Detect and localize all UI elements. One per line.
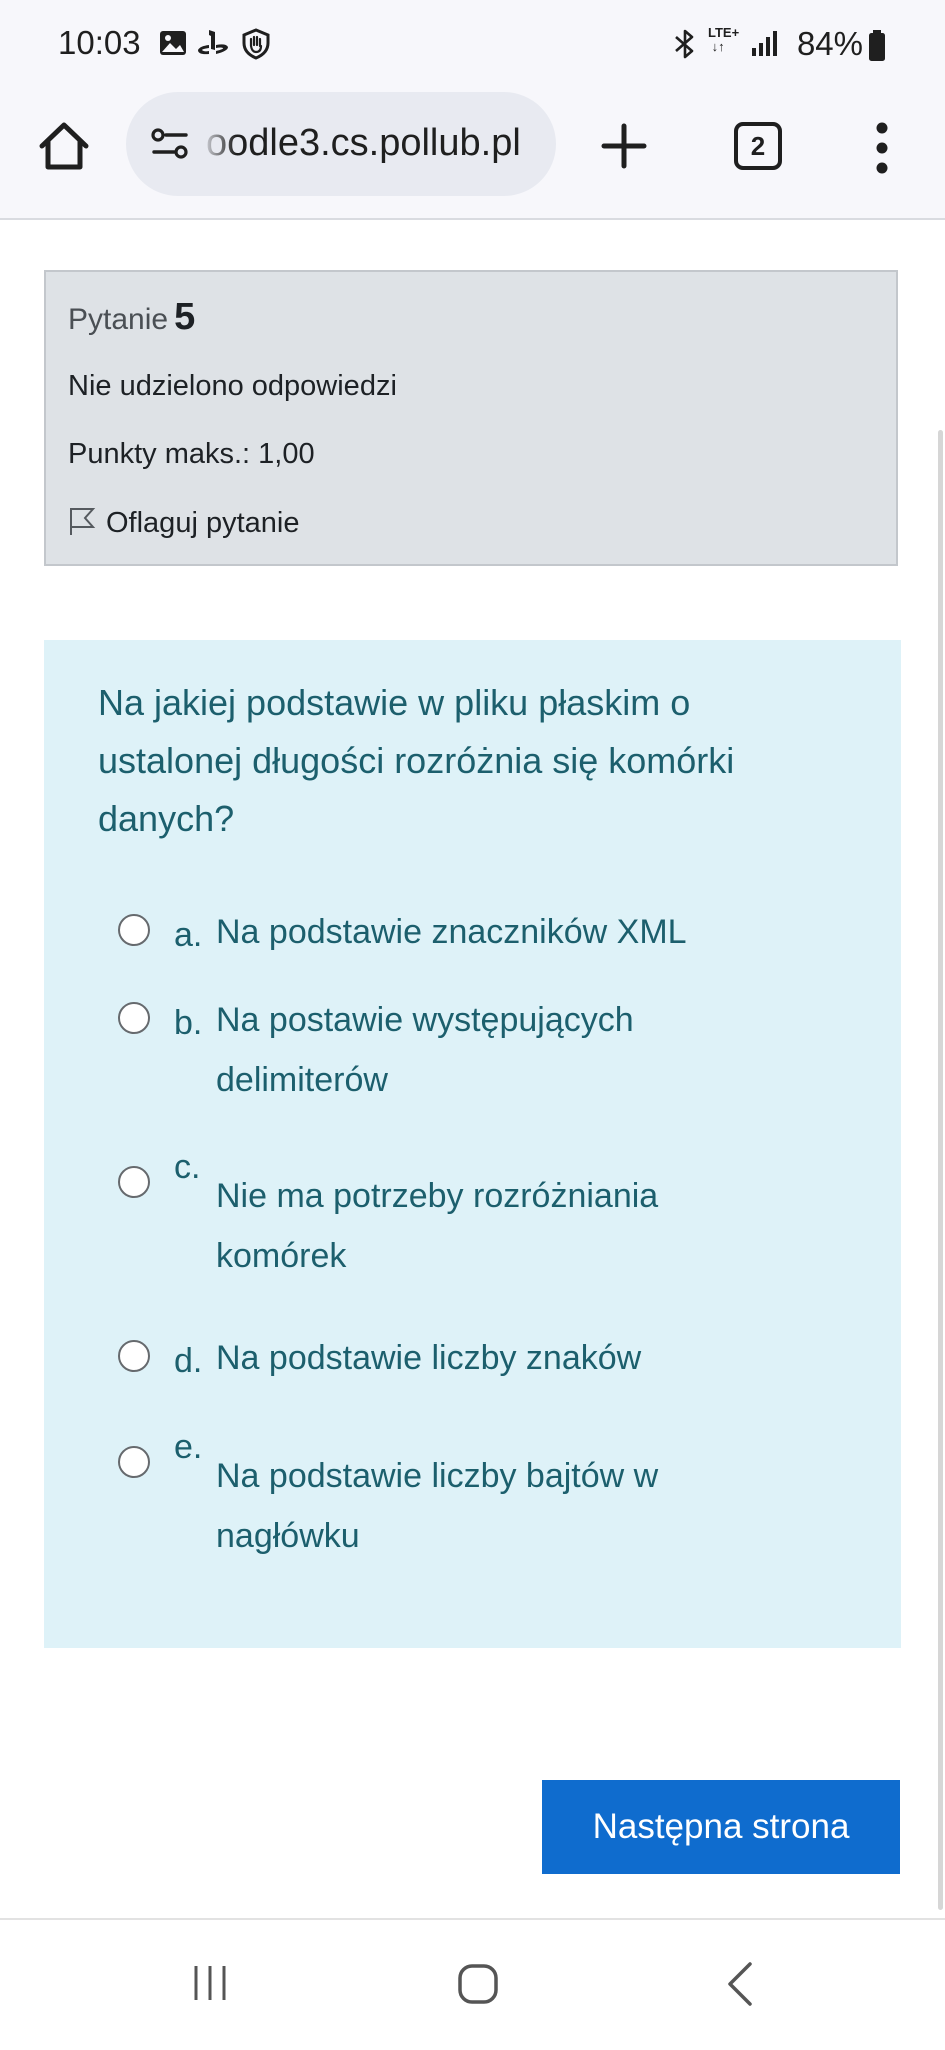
radio-button[interactable] [118, 1002, 150, 1034]
radio-button[interactable] [118, 1166, 150, 1198]
battery-level: 84% [796, 25, 863, 62]
system-navigation-bar [0, 1918, 945, 2050]
tab-switcher-button[interactable]: 2 [734, 122, 782, 170]
option-text: Na podstawie liczby bajtów w nagłówku [216, 1457, 659, 1555]
status-bar: 10:03 LTE+ ↓↑ 84% [0, 0, 945, 92]
question-status: Nie udzielono odpowiedzi [68, 370, 397, 402]
network-type: LTE+ [708, 25, 740, 40]
shield-hand-icon [240, 28, 272, 65]
back-nav-button[interactable] [724, 1960, 756, 2013]
plus-icon [601, 123, 647, 169]
option-letter: c. [174, 1148, 201, 1186]
home-circle-icon [458, 1964, 498, 2004]
flag-question-link[interactable]: Oflaguj pytanie [68, 506, 299, 540]
gallery-icon [158, 28, 188, 63]
status-time: 10:03 [58, 24, 141, 61]
back-chevron-icon [728, 1962, 752, 2006]
address-bar[interactable]: oodle3.cs.pollub.pl [126, 92, 556, 196]
url-fade [200, 92, 236, 196]
home-button[interactable] [34, 116, 94, 176]
home-nav-button[interactable] [456, 1962, 500, 2011]
question-number: Pytanie 5 [68, 296, 195, 339]
option-text: Na podstawie znaczników XML [216, 913, 687, 951]
signal-icon [750, 28, 780, 63]
bluetooth-icon [672, 28, 698, 65]
question-points: Punkty maks.: 1,00 [68, 438, 315, 470]
playstation-icon [196, 28, 230, 63]
recent-apps-button[interactable] [190, 1962, 230, 2009]
option-text: Nie ma potrzeby rozróżniania komórek [216, 1177, 659, 1275]
question-text: Na jakiej podstawie w pliku płaskim o us… [98, 682, 735, 839]
flag-icon [70, 508, 96, 535]
option-text: Na postawie występujących delimiterów [216, 1001, 634, 1099]
radio-button[interactable] [118, 1340, 150, 1372]
url-text[interactable]: oodle3.cs.pollub.pl [206, 122, 521, 165]
battery-icon [868, 30, 886, 67]
flag-label: Oflaguj pytanie [106, 507, 300, 539]
option-letter: d. [174, 1342, 203, 1380]
recent-apps-icon [194, 1966, 226, 2000]
site-settings-icon[interactable] [150, 126, 190, 167]
option-text: Na podstawie liczby znaków [216, 1339, 642, 1377]
question-number-value: 5 [174, 296, 196, 338]
browser-menu-button[interactable] [870, 120, 894, 176]
new-tab-button[interactable] [598, 120, 650, 172]
browser-chrome: 10:03 LTE+ ↓↑ 84% oodle3.cs.pollub.pl 2 [0, 0, 945, 220]
page-scrollbar[interactable] [938, 430, 943, 1910]
radio-button[interactable] [118, 914, 150, 946]
question-content: Na jakiej podstawie w pliku płaskim o us… [44, 640, 901, 1648]
option-letter: b. [174, 1004, 203, 1042]
lte-icon: LTE+ ↓↑ [708, 25, 740, 54]
more-vert-icon [876, 122, 888, 174]
radio-button[interactable] [118, 1446, 150, 1478]
next-page-button[interactable]: Następna strona [542, 1780, 900, 1874]
option-letter: a. [174, 916, 203, 954]
question-label: Pytanie [68, 303, 169, 336]
home-icon [39, 122, 89, 170]
option-letter: e. [174, 1428, 203, 1466]
question-info-box: Pytanie 5 Nie udzielono odpowiedzi Punkty… [44, 270, 898, 566]
